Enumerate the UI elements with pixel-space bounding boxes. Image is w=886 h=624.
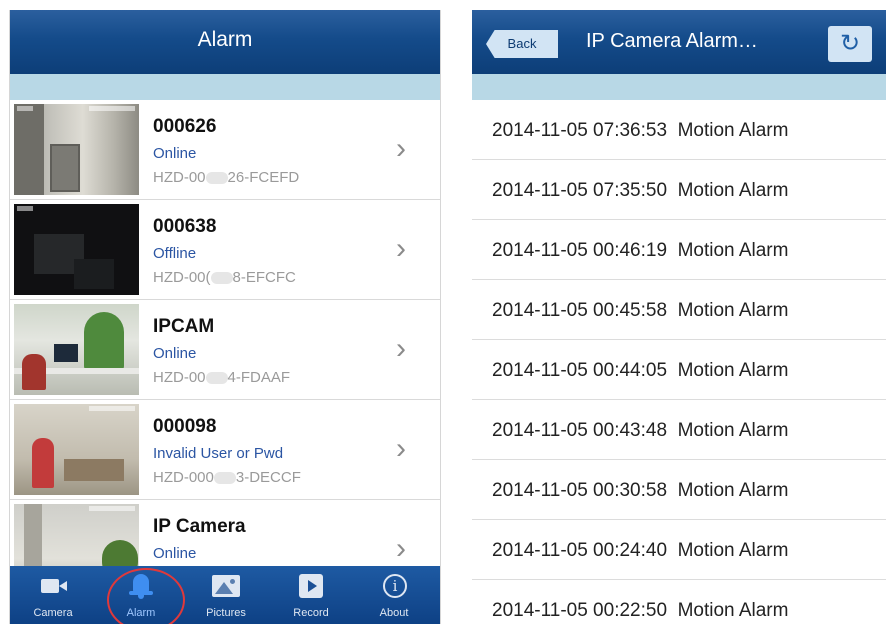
tab-bar: Camera Alarm Pictures Record i About xyxy=(10,566,440,624)
chevron-right-icon: › xyxy=(396,532,406,565)
highlight-circle xyxy=(107,568,185,624)
camera-id-suffix: 8-EFCFC xyxy=(232,269,296,286)
alarm-log-screen: Back IP Camera Alarm… ↻ 2014-11-05 07:36… xyxy=(472,10,886,624)
camera-id-suffix: 4-FDAAF xyxy=(227,369,291,386)
camera-thumbnail xyxy=(14,404,139,495)
refresh-button[interactable]: ↻ xyxy=(828,26,872,62)
page-title: IP Camera Alarm… xyxy=(586,30,758,52)
page-title: Alarm xyxy=(197,28,253,51)
camera-thumbnail xyxy=(14,504,139,566)
tab-pictures[interactable]: Pictures xyxy=(186,566,266,624)
camera-id-prefix: HZD-00 xyxy=(153,169,206,186)
alarm-row[interactable]: 2014-11-05 00:22:50 Motion Alarm xyxy=(472,580,886,624)
tab-camera[interactable]: Camera xyxy=(13,566,93,624)
alarm-screen: Alarm 000626 Online HZD-00 26-FCEFD › 000… xyxy=(9,10,441,624)
navigation-bar: Alarm xyxy=(10,10,440,74)
camera-id: HZD-00 4-FDAAF xyxy=(153,369,290,386)
alarm-row[interactable]: 2014-11-05 00:44:05 Motion Alarm xyxy=(472,340,886,400)
navigation-bar: Back IP Camera Alarm… ↻ xyxy=(472,10,886,74)
tab-about[interactable]: i About xyxy=(354,566,434,624)
alarm-entry: 2014-11-05 00:24:40 Motion Alarm xyxy=(492,540,789,561)
chevron-right-icon: › xyxy=(396,132,406,165)
tab-label: Record xyxy=(293,607,329,619)
alarm-row[interactable]: 2014-11-05 07:36:53 Motion Alarm xyxy=(472,100,886,160)
camera-status: Online xyxy=(153,545,197,562)
pictures-icon xyxy=(212,574,240,598)
camera-name: 000638 xyxy=(153,216,217,237)
camera-id-suffix: 26-FCEFD xyxy=(227,169,300,186)
camera-id: HZD-00 26-FCEFD xyxy=(153,169,299,186)
chevron-right-icon: › xyxy=(396,232,406,265)
sub-header-bar xyxy=(472,74,886,100)
alarm-entry: 2014-11-05 07:35:50 Motion Alarm xyxy=(492,180,789,201)
back-button[interactable]: Back xyxy=(486,30,558,58)
chevron-right-icon: › xyxy=(396,432,406,465)
chevron-right-icon: › xyxy=(396,332,406,365)
camera-name: 000098 xyxy=(153,416,217,437)
camera-list: 000626 Online HZD-00 26-FCEFD › 000638 Of… xyxy=(10,100,440,566)
alarm-entry: 2014-11-05 00:22:50 Motion Alarm xyxy=(492,600,789,621)
alarm-entry: 2014-11-05 00:43:48 Motion Alarm xyxy=(492,420,789,441)
camera-name: 000626 xyxy=(153,116,217,137)
alarm-row[interactable]: 2014-11-05 00:30:58 Motion Alarm xyxy=(472,460,886,520)
camera-row-ipcam[interactable]: IPCAM Online HZD-00 4-FDAAF › xyxy=(10,300,440,400)
alarm-row[interactable]: 2014-11-05 00:24:40 Motion Alarm xyxy=(472,520,886,580)
alarm-row[interactable]: 2014-11-05 07:35:50 Motion Alarm xyxy=(472,160,886,220)
camera-id-prefix: HZD-000 xyxy=(153,469,214,486)
camera-id: HZD-000 3-DECCF xyxy=(153,469,301,486)
camera-id-prefix: HZD-00 xyxy=(153,369,206,386)
camera-row-000626[interactable]: 000626 Online HZD-00 26-FCEFD › xyxy=(10,100,440,200)
camera-name: IP Camera xyxy=(153,516,246,537)
alarm-row[interactable]: 2014-11-05 00:46:19 Motion Alarm xyxy=(472,220,886,280)
alarm-entry: 2014-11-05 00:30:58 Motion Alarm xyxy=(492,480,789,501)
camera-status: Online xyxy=(153,145,197,162)
alarm-row[interactable]: 2014-11-05 00:43:48 Motion Alarm xyxy=(472,400,886,460)
record-icon xyxy=(297,574,325,598)
camera-status: Invalid User or Pwd xyxy=(153,445,284,462)
camera-id: HZD-00( 8-EFCFC xyxy=(153,269,296,286)
camera-thumbnail xyxy=(14,204,139,295)
alarm-entry: 2014-11-05 00:46:19 Motion Alarm xyxy=(492,240,789,261)
redacted-mark xyxy=(205,172,228,185)
alarm-entry: 2014-11-05 00:44:05 Motion Alarm xyxy=(492,360,789,381)
alarm-list: 2014-11-05 07:36:53 Motion Alarm 2014-11… xyxy=(472,100,886,624)
tab-label: Pictures xyxy=(206,607,246,619)
alarm-row[interactable]: 2014-11-05 00:45:58 Motion Alarm xyxy=(472,280,886,340)
alarm-entry: 2014-11-05 07:36:53 Motion Alarm xyxy=(492,120,789,141)
camera-thumbnail xyxy=(14,104,139,195)
camera-thumbnail xyxy=(14,304,139,395)
camera-row-000098[interactable]: 000098 Invalid User or Pwd HZD-000 3-DECC… xyxy=(10,400,440,500)
camera-name: IPCAM xyxy=(153,316,215,337)
tab-label: About xyxy=(379,607,409,619)
refresh-icon: ↻ xyxy=(839,30,861,57)
camera-row-ip-camera[interactable]: IP Camera Online › xyxy=(10,500,440,566)
camera-id-prefix: HZD-00( xyxy=(153,269,211,286)
info-icon: i xyxy=(380,574,408,598)
redacted-mark xyxy=(213,472,236,485)
camera-status: Offline xyxy=(153,245,197,262)
camera-id-suffix: 3-DECCF xyxy=(235,469,301,486)
tab-record[interactable]: Record xyxy=(271,566,351,624)
sub-header-bar xyxy=(10,74,440,100)
camera-row-000638[interactable]: 000638 Offline HZD-00( 8-EFCFC › xyxy=(10,200,440,300)
redacted-mark xyxy=(210,272,233,285)
camera-status: Online xyxy=(153,345,197,362)
tab-label: Camera xyxy=(33,607,73,619)
alarm-entry: 2014-11-05 00:45:58 Motion Alarm xyxy=(492,300,789,321)
camera-icon xyxy=(39,574,67,598)
redacted-mark xyxy=(205,372,228,385)
